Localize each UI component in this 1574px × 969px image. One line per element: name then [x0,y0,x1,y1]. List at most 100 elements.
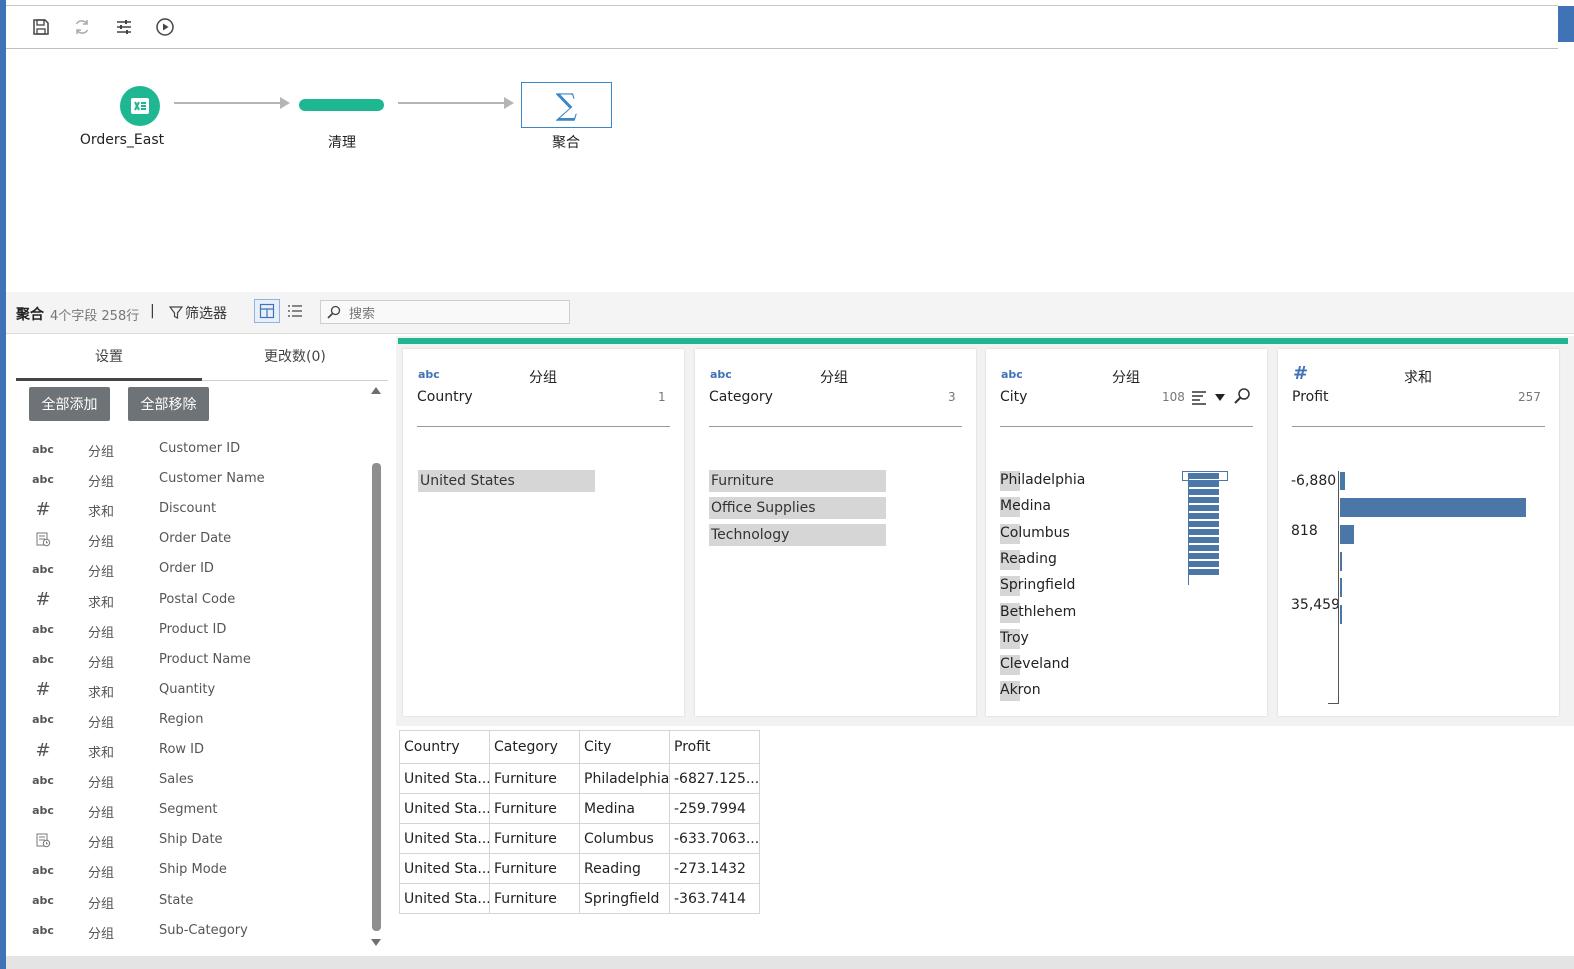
value-bar[interactable]: Furniture [709,470,886,492]
card-view-icon[interactable] [254,299,280,323]
clean-node[interactable] [299,99,384,111]
table-cell[interactable]: United Sta... [399,793,490,824]
field-row[interactable]: # 求和 Postal Code [6,585,366,615]
city-value[interactable]: Akron [1000,679,1041,702]
histogram-bar[interactable] [1189,569,1219,575]
input-node-excel-icon[interactable] [120,86,160,126]
refresh-icon[interactable] [70,15,94,39]
table-cell[interactable]: Reading [579,853,670,884]
profile-card-category[interactable]: abc 分组 Category 3 Furniture Office Suppl… [695,349,976,716]
profile-card-country[interactable]: abc 分组 Country 1 United States [403,349,684,716]
field-agg-label[interactable]: 分组 [88,832,114,851]
field-row[interactable]: abc 分组 Order ID [6,554,366,584]
field-agg-label[interactable]: 求和 [88,592,114,611]
field-agg-label[interactable]: 分组 [88,441,114,460]
column-header[interactable]: City [579,730,670,764]
tab-settings[interactable]: 设置 [95,346,123,366]
field-agg-label[interactable]: 分组 [88,862,114,881]
field-row[interactable]: abc 分组 Customer ID [6,434,366,464]
search-icon[interactable] [1233,387,1251,409]
tab-changes[interactable]: 更改数(0) [264,346,326,366]
histogram-bar[interactable] [1189,481,1219,487]
field-row[interactable]: abc 分组 Sales [6,765,366,795]
field-row[interactable]: abc 分组 Customer Name [6,464,366,494]
bottom-scroll-strip[interactable] [6,956,1574,969]
table-cell[interactable]: United Sta... [399,763,490,794]
table-row[interactable]: United Sta... Furniture Philadelphia -6827.… [399,763,760,794]
histogram-bar[interactable] [1189,521,1219,527]
histogram-bar[interactable] [1189,497,1219,503]
chevron-down-icon[interactable] [1215,394,1225,401]
city-value[interactable]: Cleveland [1000,653,1069,676]
table-cell[interactable]: Furniture [489,763,580,794]
card-agg-label[interactable]: 分组 [820,367,848,387]
sort-icon[interactable] [1191,389,1207,409]
field-row[interactable]: abc 分组 Region [6,705,366,735]
scroll-up-icon[interactable] [371,387,381,394]
field-agg-label[interactable]: 分组 [88,772,114,791]
table-cell[interactable]: United Sta... [399,853,490,884]
profile-card-profit[interactable]: # 求和 Profit 257 -6,880 818 35,459 [1278,349,1559,716]
city-value[interactable]: Bethlehem [1000,601,1076,623]
histogram-bar[interactable] [1189,505,1219,511]
field-agg-label[interactable]: 分组 [88,531,114,550]
table-row[interactable]: United Sta... Furniture Columbus -633.7063.… [399,823,760,854]
field-agg-label[interactable]: 分组 [88,622,114,641]
table-cell[interactable]: Columbus [579,823,670,854]
value-bar[interactable]: Office Supplies [709,497,886,519]
value-bar[interactable]: United States [418,470,595,492]
table-cell[interactable]: Philadelphia [579,763,670,794]
remove-all-button[interactable]: 全部移除 [128,387,209,421]
histogram-bar[interactable] [1189,545,1219,551]
histogram-bar[interactable] [1189,553,1219,559]
field-agg-label[interactable]: 分组 [88,923,114,942]
table-row[interactable]: United Sta... Furniture Reading -273.1432 [399,853,760,884]
table-cell[interactable]: -6827.125... [669,763,760,794]
field-row[interactable]: abc 分组 Segment [6,795,366,825]
histogram-bar[interactable] [1189,489,1219,495]
field-row[interactable]: abc 分组 Product Name [6,645,366,675]
card-agg-label[interactable]: 分组 [529,367,557,387]
settings-sliders-icon[interactable] [112,15,136,39]
field-agg-label[interactable]: 求和 [88,682,114,701]
table-cell[interactable]: Furniture [489,823,580,854]
table-cell[interactable]: -259.7994 [669,793,760,824]
table-cell[interactable]: Furniture [489,853,580,884]
save-icon[interactable] [29,15,53,39]
field-row[interactable]: abc 分组 Ship Mode [6,855,366,885]
field-agg-label[interactable]: 分组 [88,471,114,490]
table-cell[interactable]: United Sta... [399,823,490,854]
table-cell[interactable]: Medina [579,793,670,824]
aggregate-node[interactable]: ∑ [521,82,612,128]
field-row[interactable]: # 求和 Row ID [6,735,366,765]
field-row[interactable]: abc 分组 Product ID [6,615,366,645]
histogram-bar[interactable] [1189,529,1219,535]
field-agg-label[interactable]: 分组 [88,802,114,821]
histogram-bar[interactable] [1189,473,1219,479]
histogram-bar[interactable] [1340,552,1342,571]
histogram-bar[interactable] [1189,561,1219,567]
city-value[interactable]: Springfield [1000,574,1075,597]
list-view-icon[interactable] [282,299,308,323]
field-agg-label[interactable]: 求和 [88,742,114,761]
field-row[interactable]: # 求和 Quantity [6,675,366,705]
profile-card-city[interactable]: abc 分组 City 108 Philadelphia Medina Columb… [986,349,1267,716]
field-row[interactable]: # 求和 Discount [6,494,366,524]
value-bar[interactable]: Technology [709,524,886,546]
field-row[interactable]: abc 分组 State [6,886,366,916]
column-header[interactable]: Category [489,730,580,764]
filter-button[interactable]: 筛选器 [169,303,227,323]
histogram-bar[interactable] [1340,525,1354,544]
scrollbar-thumb[interactable] [372,463,381,931]
field-agg-label[interactable]: 分组 [88,561,114,580]
histogram-bar[interactable] [1340,605,1342,624]
card-agg-label[interactable]: 求和 [1404,367,1432,387]
field-row[interactable]: 分组 Ship Date [6,825,366,855]
table-cell[interactable]: Springfield [579,883,670,914]
search-input[interactable]: 搜索 [320,300,570,324]
histogram-bar[interactable] [1189,513,1219,519]
add-all-button[interactable]: 全部添加 [29,387,110,421]
table-cell[interactable]: Furniture [489,793,580,824]
table-row[interactable]: United Sta... Furniture Medina -259.7994 [399,793,760,824]
run-flow-icon[interactable] [153,15,177,39]
